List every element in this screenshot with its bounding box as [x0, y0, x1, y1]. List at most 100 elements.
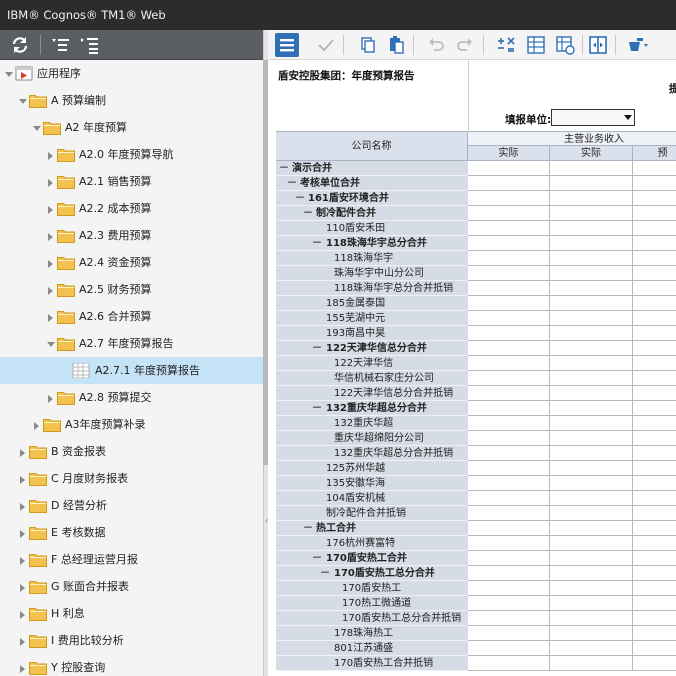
tree-item[interactable]: H 利息: [0, 600, 263, 627]
chevron-right-icon[interactable]: [19, 663, 27, 673]
data-cell[interactable]: [468, 611, 550, 626]
data-cell[interactable]: [468, 431, 550, 446]
data-cell[interactable]: [468, 296, 550, 311]
data-cell[interactable]: [633, 161, 676, 176]
refresh-icon[interactable]: [9, 34, 31, 56]
tree-item[interactable]: A2.4 资金预算: [0, 249, 263, 276]
data-cell[interactable]: [633, 506, 676, 521]
data-cell[interactable]: [468, 626, 550, 641]
data-cell[interactable]: [633, 446, 676, 461]
data-cell[interactable]: [633, 476, 676, 491]
tree-item[interactable]: B 资金报表: [0, 438, 263, 465]
data-cell[interactable]: [550, 476, 633, 491]
chevron-right-icon[interactable]: [47, 258, 55, 268]
menu-icon[interactable]: [275, 33, 299, 57]
data-cell[interactable]: [468, 401, 550, 416]
tree-item[interactable]: A2 年度预算: [0, 114, 263, 141]
chevron-right-icon[interactable]: [47, 177, 55, 187]
data-cell[interactable]: [550, 266, 633, 281]
data-cell[interactable]: [633, 416, 676, 431]
row-header[interactable]: －热工合并: [276, 521, 468, 536]
data-cell[interactable]: [550, 386, 633, 401]
data-cell[interactable]: [468, 581, 550, 596]
collapse-icon[interactable]: －: [287, 176, 297, 190]
data-cell[interactable]: [468, 641, 550, 656]
data-cell[interactable]: [468, 536, 550, 551]
tree-item[interactable]: C 月度财务报表: [0, 465, 263, 492]
chevron-right-icon[interactable]: [47, 393, 55, 403]
data-cell[interactable]: [468, 656, 550, 671]
data-cell[interactable]: [633, 221, 676, 236]
chevron-right-icon[interactable]: [47, 231, 55, 241]
data-cell[interactable]: [550, 536, 633, 551]
tree-item[interactable]: A3年度预算补录: [0, 411, 263, 438]
tree-item[interactable]: F 总经理运营月报: [0, 546, 263, 573]
collapse-icon[interactable]: －: [295, 191, 305, 205]
tree-root-item[interactable]: 应用程序: [0, 60, 263, 87]
data-cell[interactable]: [468, 386, 550, 401]
data-cell[interactable]: [468, 416, 550, 431]
data-cell[interactable]: [550, 611, 633, 626]
data-cell[interactable]: [550, 491, 633, 506]
tree-collapse-icon[interactable]: [49, 34, 71, 56]
chevron-right-icon[interactable]: [19, 582, 27, 592]
redo-icon[interactable]: [453, 33, 477, 57]
data-cell[interactable]: [633, 236, 676, 251]
tree-item[interactable]: A2.7 年度预算报告: [0, 330, 263, 357]
data-cell[interactable]: [468, 266, 550, 281]
data-cell[interactable]: [550, 311, 633, 326]
data-cell[interactable]: [550, 506, 633, 521]
data-cell[interactable]: [468, 161, 550, 176]
collapse-icon[interactable]: －: [312, 236, 322, 250]
tree-item[interactable]: A2.1 销售预算: [0, 168, 263, 195]
copy-icon[interactable]: [356, 33, 380, 57]
data-cell[interactable]: [633, 176, 676, 191]
row-header[interactable]: －制冷配件合并: [276, 206, 468, 221]
data-cell[interactable]: [633, 401, 676, 416]
data-cell[interactable]: [468, 446, 550, 461]
collapse-icon[interactable]: －: [303, 521, 313, 535]
row-header[interactable]: －演示合并: [276, 161, 468, 176]
data-cell[interactable]: [550, 191, 633, 206]
tree-item[interactable]: G 账面合并报表: [0, 573, 263, 600]
data-cell[interactable]: [550, 356, 633, 371]
tree-item[interactable]: E 考核数据: [0, 519, 263, 546]
data-cell[interactable]: [468, 341, 550, 356]
collapse-icon[interactable]: －: [312, 341, 322, 355]
tree-item[interactable]: A2.2 成本预算: [0, 195, 263, 222]
data-cell[interactable]: [468, 596, 550, 611]
data-cell[interactable]: [468, 566, 550, 581]
spreadsheet-icon[interactable]: [524, 33, 548, 57]
data-cell[interactable]: [468, 551, 550, 566]
tree-item[interactable]: A2.6 合并预算: [0, 303, 263, 330]
fill-unit-select[interactable]: [551, 109, 635, 126]
data-cell[interactable]: [550, 326, 633, 341]
data-cell[interactable]: [633, 296, 676, 311]
data-cell[interactable]: [468, 236, 550, 251]
data-cell[interactable]: [633, 641, 676, 656]
data-cell[interactable]: [550, 341, 633, 356]
data-cell[interactable]: [468, 311, 550, 326]
data-cell[interactable]: [633, 656, 676, 671]
chevron-right-icon[interactable]: [47, 285, 55, 295]
chevron-right-icon[interactable]: [47, 204, 55, 214]
paste-icon[interactable]: [384, 33, 408, 57]
data-cell[interactable]: [468, 461, 550, 476]
tree-item[interactable]: A 预算编制: [0, 87, 263, 114]
chevron-right-icon[interactable]: [19, 474, 27, 484]
data-cell[interactable]: [468, 506, 550, 521]
data-cell[interactable]: [468, 191, 550, 206]
data-cell[interactable]: [468, 491, 550, 506]
tree-item[interactable]: Y 控股查询: [0, 654, 263, 676]
chevron-down-icon[interactable]: [624, 115, 632, 120]
calculate-icon[interactable]: [494, 33, 518, 57]
data-cell[interactable]: [633, 521, 676, 536]
tree-item[interactable]: D 经营分析: [0, 492, 263, 519]
tree-item[interactable]: A2.3 费用预算: [0, 222, 263, 249]
row-header[interactable]: － 118珠海华宇总分合并: [276, 236, 468, 251]
data-cell[interactable]: [550, 206, 633, 221]
data-cell[interactable]: [550, 581, 633, 596]
data-cell[interactable]: [633, 431, 676, 446]
data-cell[interactable]: [550, 176, 633, 191]
data-cell[interactable]: [550, 551, 633, 566]
